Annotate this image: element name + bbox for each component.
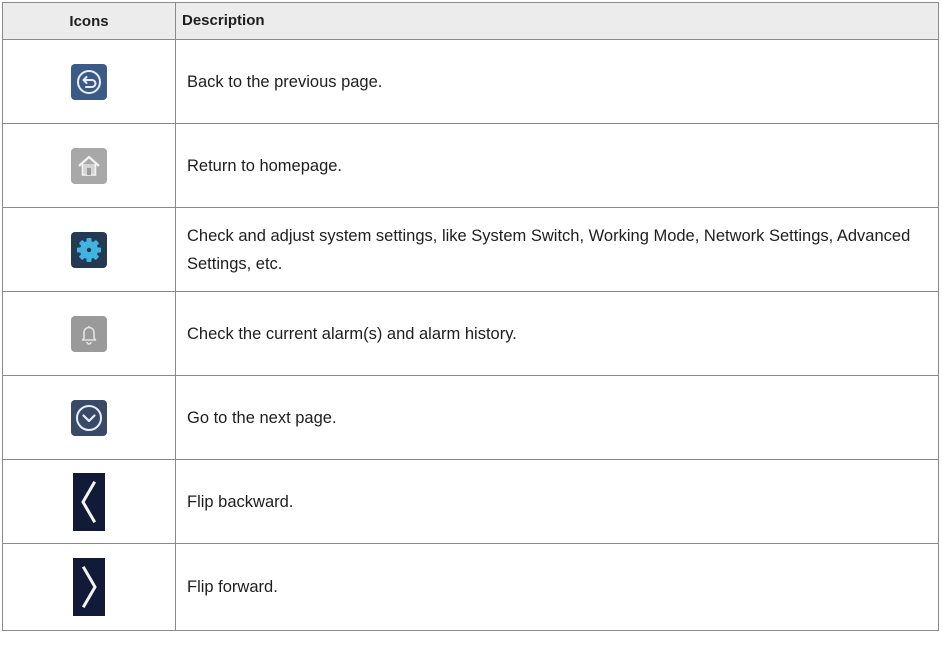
table-header-row: Icons Description bbox=[3, 3, 938, 40]
home-icon bbox=[71, 147, 107, 184]
icon-cell bbox=[3, 460, 176, 543]
table-row: Flip backward. bbox=[3, 460, 938, 544]
table-row: Go to the next page. bbox=[3, 376, 938, 460]
description-cell: Go to the next page. bbox=[187, 408, 337, 427]
table-row: Return to homepage. bbox=[3, 124, 938, 208]
icon-cell bbox=[3, 40, 176, 123]
chevron-right-icon bbox=[73, 558, 105, 616]
icons-column-header: Icons bbox=[3, 3, 176, 39]
description-cell: Flip backward. bbox=[187, 492, 294, 511]
chevron-left-icon bbox=[73, 472, 105, 531]
icon-cell bbox=[3, 544, 176, 630]
table-row: Back to the previous page. bbox=[3, 40, 938, 124]
chevron-down-icon bbox=[71, 399, 107, 436]
table-row: Check the current alarm(s) and alarm his… bbox=[3, 292, 938, 376]
icon-cell bbox=[3, 292, 176, 375]
icon-cell bbox=[3, 208, 176, 291]
table-row: Check and adjust system settings, like S… bbox=[3, 208, 938, 292]
gear-icon bbox=[71, 231, 107, 268]
description-cell: Check the current alarm(s) and alarm his… bbox=[187, 324, 517, 343]
icon-cell bbox=[3, 124, 176, 207]
back-icon bbox=[71, 63, 107, 100]
description-cell: Back to the previous page. bbox=[187, 72, 383, 91]
icon-cell bbox=[3, 376, 176, 459]
icon-description-table: Icons Description Back to the previous p… bbox=[2, 2, 939, 631]
bell-icon bbox=[71, 315, 107, 352]
table-row: Flip forward. bbox=[3, 544, 938, 631]
description-column-header: Description bbox=[182, 12, 265, 29]
description-cell: Flip forward. bbox=[187, 578, 278, 596]
description-cell: Check and adjust system settings, like S… bbox=[187, 226, 911, 273]
description-cell: Return to homepage. bbox=[187, 156, 343, 175]
